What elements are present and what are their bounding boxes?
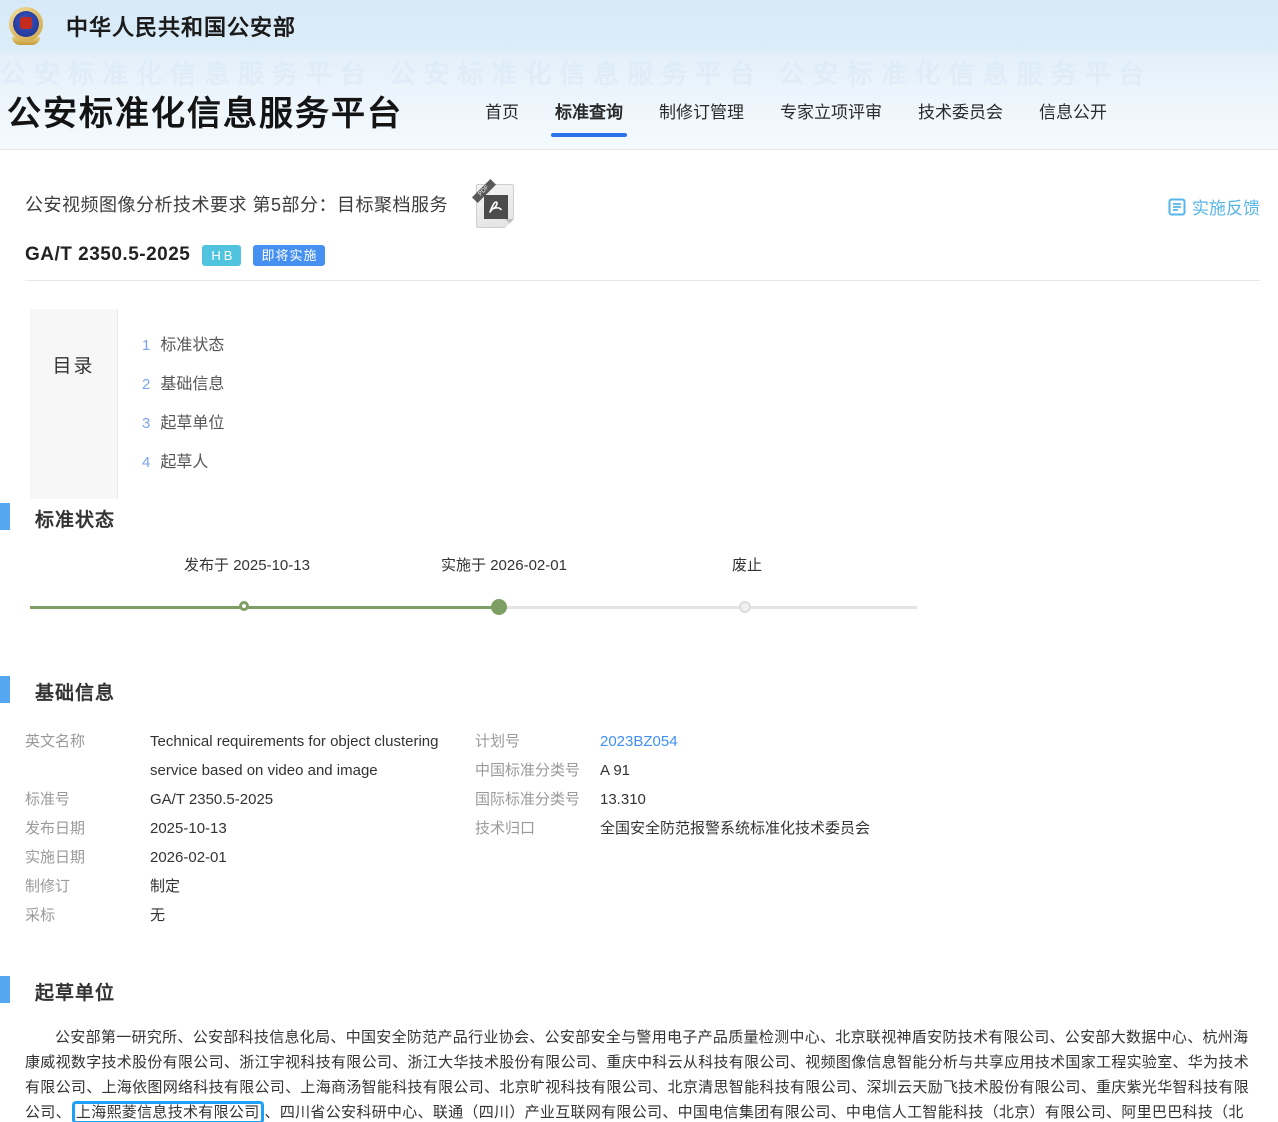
feedback-label: 实施反馈 bbox=[1192, 194, 1260, 219]
info-value: 制定 bbox=[150, 872, 462, 901]
info-value: Technical requirements for object cluste… bbox=[150, 727, 462, 785]
standard-title: 公安视频图像分析技术要求 第5部分：目标聚档服务 bbox=[25, 192, 448, 218]
toc-item-label[interactable]: 标准状态 bbox=[160, 337, 224, 354]
info-value: 2026-02-01 bbox=[150, 843, 462, 872]
info-row-china-classification: 中国标准分类号 A 91 bbox=[475, 756, 1115, 785]
info-label: 计划号 bbox=[475, 727, 600, 756]
feedback-list-icon bbox=[1168, 198, 1186, 216]
info-value: 全国安全防范报警系统标准化技术委员会 bbox=[600, 814, 870, 843]
info-label: 实施日期 bbox=[25, 843, 150, 872]
toc-item-number: 4 bbox=[142, 454, 150, 471]
toc-item-drafters[interactable]: 4 起草人 bbox=[142, 448, 224, 472]
badge-upcoming-implementation: 即将实施 bbox=[253, 245, 325, 266]
highlighted-company-box: 上海熙菱信息技术有限公司 bbox=[72, 1101, 264, 1122]
toc-item-standard-status[interactable]: 1 标准状态 bbox=[142, 331, 224, 355]
info-row-english-name: 英文名称 Technical requirements for object c… bbox=[25, 727, 475, 785]
drafting-units-paragraph: 公安部第一研究所、公安部科技信息化局、中国安全防范产品行业协会、公安部安全与警用… bbox=[25, 1025, 1260, 1122]
basic-info-left-column: 英文名称 Technical requirements for object c… bbox=[25, 727, 475, 930]
section-heading-standard-status: 标准状态 bbox=[25, 505, 1260, 532]
info-label: 技术归口 bbox=[475, 814, 600, 843]
section-drafting-units: 起草单位 公安部第一研究所、公安部科技信息化局、中国安全防范产品行业协会、公安部… bbox=[25, 978, 1260, 1122]
info-label: 发布日期 bbox=[25, 814, 150, 843]
standard-number: GA/T 2350.5-2025 bbox=[25, 244, 190, 266]
info-label: 制修订 bbox=[25, 872, 150, 901]
nav-item-info-disclosure[interactable]: 信息公开 bbox=[1039, 98, 1107, 137]
section-standard-status: 标准状态 发布于 2025-10-13 实施于 2026-02-01 废止 bbox=[25, 505, 1260, 632]
plan-number-link[interactable]: 2023BZ054 bbox=[600, 727, 678, 756]
toc-item-label[interactable]: 起草单位 bbox=[160, 415, 224, 432]
timeline-stop-published: 发布于 2025-10-13 bbox=[147, 554, 347, 575]
document-header: 公安视频图像分析技术要求 第5部分：目标聚档服务 PDF 实施反馈 bbox=[25, 192, 1260, 281]
section-basic-info: 基础信息 英文名称 Technical requirements for obj… bbox=[25, 678, 1260, 930]
toc-item-number: 3 bbox=[142, 415, 150, 432]
nav-item-revision-management[interactable]: 制修订管理 bbox=[659, 98, 744, 137]
info-row-technical-committee: 技术归口 全国安全防范报警系统标准化技术委员会 bbox=[475, 814, 1115, 843]
main-content: 公安视频图像分析技术要求 第5部分：目标聚档服务 PDF 实施反馈 bbox=[0, 192, 1278, 1122]
info-row-ics-classification: 国际标准分类号 13.310 bbox=[475, 785, 1115, 814]
nav-item-technical-committee[interactable]: 技术委员会 bbox=[918, 98, 1003, 137]
info-value: 13.310 bbox=[600, 785, 646, 814]
table-of-contents: 目录 1 标准状态 2 基础信息 3 起草单位 4 起草人 bbox=[30, 309, 1260, 499]
timeline-dot-published bbox=[239, 601, 249, 611]
police-emblem-icon bbox=[8, 7, 44, 45]
section-heading-drafting-units: 起草单位 bbox=[25, 978, 1260, 1005]
timeline-label: 实施于 2026-02-01 bbox=[404, 554, 604, 575]
info-value: 2025-10-13 bbox=[150, 814, 462, 843]
toc-title: 目录 bbox=[30, 309, 118, 499]
info-row-publish-date: 发布日期 2025-10-13 bbox=[25, 814, 475, 843]
basic-info-grid: 英文名称 Technical requirements for object c… bbox=[25, 727, 1260, 930]
toc-item-drafting-units[interactable]: 3 起草单位 bbox=[142, 409, 224, 433]
nav-item-standard-query[interactable]: 标准查询 bbox=[555, 98, 623, 137]
info-row-standard-number: 标准号 GA/T 2350.5-2025 bbox=[25, 785, 475, 814]
info-label: 国际标准分类号 bbox=[475, 785, 600, 814]
info-label: 标准号 bbox=[25, 785, 150, 814]
pdf-file-icon[interactable]: PDF bbox=[476, 184, 514, 228]
timeline-label: 废止 bbox=[647, 554, 847, 575]
timeline-line-future bbox=[499, 606, 917, 609]
info-value: GA/T 2350.5-2025 bbox=[150, 785, 462, 814]
info-row-revision-type: 制修订 制定 bbox=[25, 872, 475, 901]
info-row-plan-number: 计划号 2023BZ054 bbox=[475, 727, 1115, 756]
info-value: A 91 bbox=[600, 756, 630, 785]
toc-item-label[interactable]: 起草人 bbox=[160, 454, 208, 471]
info-label: 采标 bbox=[25, 901, 150, 930]
timeline-stop-implemented: 实施于 2026-02-01 bbox=[404, 554, 604, 575]
status-timeline: 发布于 2025-10-13 实施于 2026-02-01 废止 bbox=[30, 554, 917, 632]
nav-item-home[interactable]: 首页 bbox=[485, 98, 519, 137]
site-title: 公安标准化信息服务平台 bbox=[7, 86, 403, 135]
info-row-adoption: 采标 无 bbox=[25, 901, 475, 930]
acrobat-glyph-icon bbox=[484, 195, 508, 219]
toc-list: 1 标准状态 2 基础信息 3 起草单位 4 起草人 bbox=[118, 309, 224, 499]
implementation-feedback-link[interactable]: 实施反馈 bbox=[1168, 194, 1260, 219]
basic-info-right-column: 计划号 2023BZ054 中国标准分类号 A 91 国际标准分类号 13.31… bbox=[475, 727, 1115, 930]
info-row-implementation-date: 实施日期 2026-02-01 bbox=[25, 843, 475, 872]
nav-item-expert-review[interactable]: 专家立项评审 bbox=[780, 98, 882, 137]
timeline-line-elapsed bbox=[30, 606, 499, 609]
ministry-name: 中华人民共和国公安部 bbox=[66, 10, 296, 42]
ministry-top-bar: 中华人民共和国公安部 bbox=[0, 0, 1278, 52]
info-label: 英文名称 bbox=[25, 727, 150, 785]
main-nav: 首页 标准查询 制修订管理 专家立项评审 技术委员会 信息公开 bbox=[485, 98, 1143, 137]
toc-item-number: 2 bbox=[142, 376, 150, 393]
timeline-label: 发布于 2025-10-13 bbox=[147, 554, 347, 575]
toc-item-number: 1 bbox=[142, 337, 150, 354]
info-label: 中国标准分类号 bbox=[475, 756, 600, 785]
toc-item-label[interactable]: 基础信息 bbox=[160, 376, 224, 393]
badge-hb: HB bbox=[202, 245, 241, 266]
timeline-dot-implemented bbox=[491, 599, 507, 615]
site-header: 公安标准化信息服务平台 公安标准化信息服务平台 公安标准化信息服务平台 公安标准… bbox=[0, 52, 1278, 150]
section-heading-basic-info: 基础信息 bbox=[25, 678, 1260, 705]
timeline-dot-abolished bbox=[739, 601, 751, 613]
toc-item-basic-info[interactable]: 2 基础信息 bbox=[142, 370, 224, 394]
info-value: 无 bbox=[150, 901, 462, 930]
header-divider bbox=[25, 280, 1260, 281]
timeline-stop-abolished: 废止 bbox=[647, 554, 847, 575]
